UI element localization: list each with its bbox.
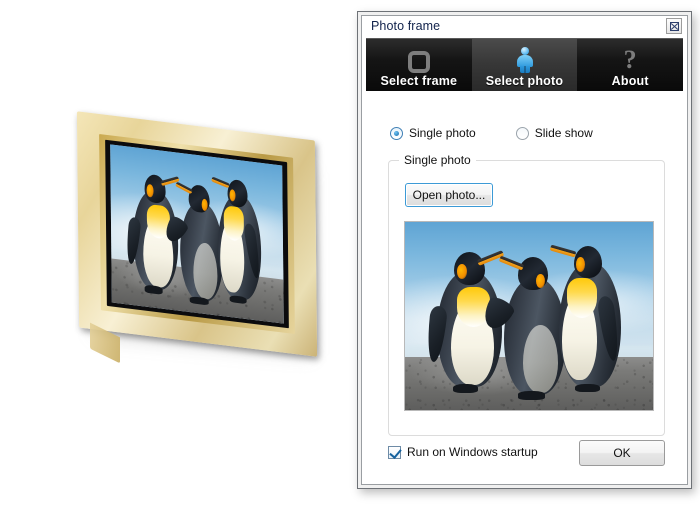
person-icon	[514, 45, 536, 73]
penguin-scene-preview	[405, 222, 653, 410]
checkbox-indicator-checked	[388, 445, 401, 459]
tab-strip: Select frame Select photo ? About	[366, 38, 683, 91]
penguin-center	[478, 255, 567, 400]
radio-label: Slide show	[534, 126, 593, 140]
frame-photo-image	[110, 144, 284, 324]
mode-radio-group: Single photo Slide show	[390, 126, 593, 140]
penguin-scene	[110, 144, 284, 324]
group-title: Single photo	[399, 153, 476, 167]
rounded-square-icon	[407, 45, 430, 73]
radio-single-photo[interactable]: Single photo	[390, 126, 476, 140]
ok-button[interactable]: OK	[579, 440, 665, 466]
penguin-right	[549, 245, 622, 393]
radio-slide-show[interactable]: Slide show	[515, 126, 593, 140]
photo-frame-dialog: Photo frame Select frame Select photo ? …	[357, 11, 692, 489]
penguin-right	[210, 176, 263, 305]
tab-label: About	[611, 74, 649, 88]
tab-label: Select frame	[380, 74, 458, 88]
radio-label: Single photo	[409, 126, 476, 140]
tab-label: Select photo	[485, 74, 564, 88]
tab-select-frame[interactable]: Select frame	[366, 39, 472, 91]
frame-inner-bevel	[99, 133, 295, 335]
window-title: Photo frame	[371, 19, 441, 33]
penguin-cheek	[146, 183, 154, 198]
close-icon	[669, 21, 679, 31]
open-photo-button[interactable]: Open photo...	[405, 183, 493, 207]
tab-select-photo[interactable]: Select photo	[471, 39, 578, 91]
radio-indicator	[515, 126, 529, 140]
question-mark-icon: ?	[623, 45, 637, 74]
close-button[interactable]	[666, 18, 682, 34]
dialog-footer: Run on Windows startup OK	[388, 440, 665, 466]
run-on-startup-checkbox[interactable]: Run on Windows startup	[388, 445, 538, 459]
frame-mat	[105, 139, 289, 329]
photo-preview[interactable]	[404, 221, 654, 411]
dialog-inner-frame: Photo frame Select frame Select photo ? …	[361, 15, 688, 485]
tab-about[interactable]: ? About	[577, 39, 683, 91]
radio-indicator-selected	[390, 126, 403, 140]
dialog-body: Single photo Slide show Single photo Ope…	[366, 94, 683, 480]
photo-frame-artwork	[0, 0, 350, 511]
title-bar: Photo frame	[362, 16, 687, 38]
picture-frame	[76, 111, 318, 357]
checkbox-label: Run on Windows startup	[407, 445, 538, 459]
penguin-left	[425, 249, 505, 394]
single-photo-group: Single photo Open photo...	[388, 153, 665, 436]
